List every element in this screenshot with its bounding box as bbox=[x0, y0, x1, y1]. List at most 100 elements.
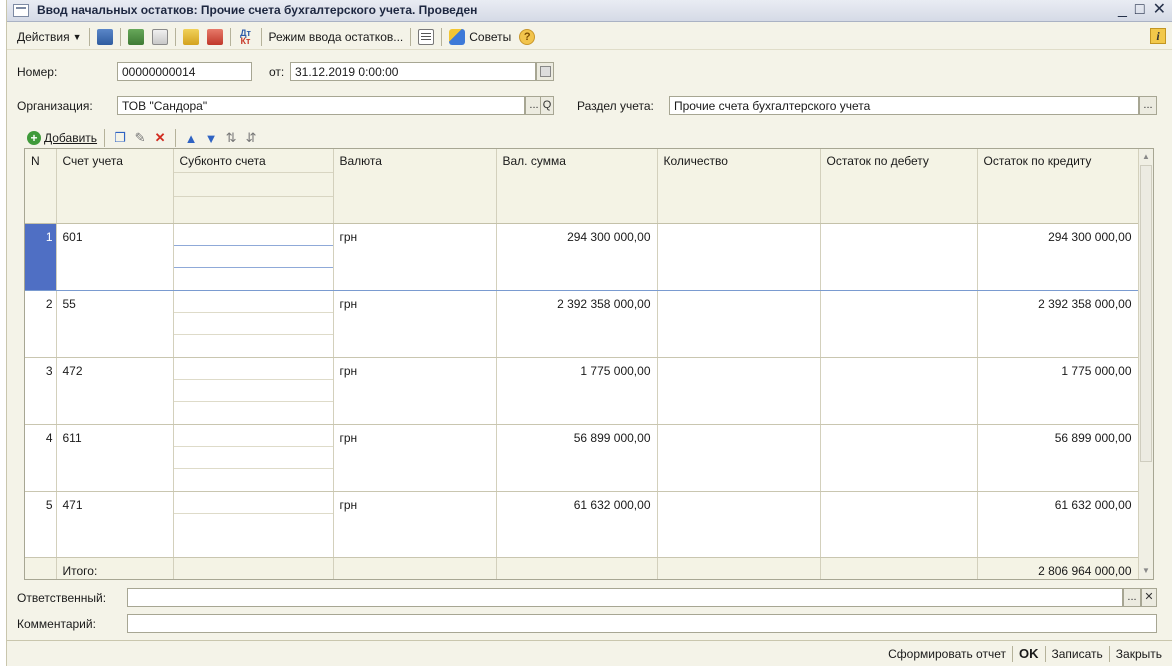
organization-field[interactable]: ТОВ "Сандора" bbox=[117, 96, 525, 115]
input-mode-button[interactable]: Режим ввода остатков... bbox=[265, 26, 408, 48]
list-view-button[interactable] bbox=[414, 26, 438, 48]
credit-cell[interactable]: 294 300 000,00 bbox=[977, 223, 1139, 291]
account-cell[interactable]: 472 bbox=[56, 357, 174, 425]
quantity-cell[interactable] bbox=[657, 491, 821, 558]
account-cell[interactable]: 471 bbox=[56, 491, 174, 558]
column-header-debit[interactable]: Остаток по дебету bbox=[820, 149, 978, 224]
subconto-subrow[interactable] bbox=[173, 224, 333, 246]
edit-row-icon[interactable]: ✎ bbox=[132, 130, 148, 146]
column-header-quantity[interactable]: Количество bbox=[657, 149, 821, 224]
subconto-cell[interactable] bbox=[173, 223, 334, 291]
debit-cell[interactable] bbox=[820, 357, 978, 425]
quantity-cell[interactable] bbox=[657, 357, 821, 425]
cur-sum-cell[interactable]: 1 775 000,00 bbox=[496, 357, 658, 425]
scroll-down-icon[interactable]: ▼ bbox=[1139, 563, 1153, 579]
subconto-subrow[interactable] bbox=[174, 402, 333, 424]
cur-sum-cell[interactable]: 2 392 358 000,00 bbox=[496, 290, 658, 358]
copy-button[interactable] bbox=[148, 26, 172, 48]
unpost-button[interactable] bbox=[203, 26, 227, 48]
column-header-credit[interactable]: Остаток по кредиту bbox=[977, 149, 1139, 224]
column-header-subconto[interactable]: Субконто счета bbox=[173, 149, 334, 224]
vertical-scrollbar[interactable]: ▲ ▼ bbox=[1138, 149, 1153, 579]
tips-button[interactable]: Советы bbox=[445, 26, 515, 48]
number-field[interactable]: 00000000014 bbox=[117, 62, 252, 81]
table-row[interactable]: 1 601 грн 294 300 000,00 294 300 000,00 bbox=[25, 223, 1139, 291]
credit-cell[interactable]: 1 775 000,00 bbox=[977, 357, 1139, 425]
subconto-cell[interactable] bbox=[173, 357, 334, 425]
responsible-field[interactable] bbox=[127, 588, 1123, 607]
move-down-icon[interactable]: ▼ bbox=[203, 131, 219, 146]
responsible-select-button[interactable]: ... bbox=[1123, 588, 1141, 607]
subconto-subrow[interactable] bbox=[173, 492, 333, 514]
column-header-cur-sum[interactable]: Вал. сумма bbox=[496, 149, 658, 224]
delete-row-icon[interactable]: ✕ bbox=[152, 130, 168, 146]
generate-report-button[interactable]: Сформировать отчет bbox=[882, 647, 1012, 661]
row-number-cell[interactable]: 1 bbox=[25, 223, 57, 291]
close-form-button[interactable]: Закрыть bbox=[1110, 647, 1168, 661]
copy-row-icon[interactable]: ❐ bbox=[112, 130, 128, 146]
actions-menu[interactable]: Действия ▼ bbox=[13, 26, 86, 48]
subconto-cell[interactable] bbox=[173, 491, 334, 558]
column-header-currency[interactable]: Валюта bbox=[333, 149, 497, 224]
sort-descending-icon[interactable]: ⇵ bbox=[243, 130, 259, 146]
subconto-subrow[interactable] bbox=[173, 246, 333, 268]
currency-cell[interactable]: грн bbox=[333, 424, 497, 492]
currency-cell[interactable]: грн bbox=[333, 491, 497, 558]
section-select-button[interactable]: ... bbox=[1139, 96, 1157, 115]
column-header-n[interactable]: N bbox=[25, 149, 57, 224]
post-and-close-button[interactable] bbox=[93, 26, 117, 48]
row-number-cell[interactable]: 2 bbox=[25, 290, 57, 358]
subconto-subrow[interactable] bbox=[173, 425, 333, 447]
move-up-icon[interactable]: ▲ bbox=[183, 131, 199, 146]
subconto-subrow[interactable] bbox=[173, 447, 333, 469]
scrollbar-thumb[interactable] bbox=[1140, 165, 1152, 462]
row-number-cell[interactable]: 4 bbox=[25, 424, 57, 492]
scroll-up-icon[interactable]: ▲ bbox=[1139, 149, 1153, 165]
credit-cell[interactable]: 56 899 000,00 bbox=[977, 424, 1139, 492]
debit-cell[interactable] bbox=[820, 424, 978, 492]
row-number-cell[interactable]: 3 bbox=[25, 357, 57, 425]
date-field[interactable]: 31.12.2019 0:00:00 bbox=[290, 62, 536, 81]
subconto-subrow[interactable] bbox=[173, 291, 333, 313]
sort-ascending-icon[interactable]: ⇅ bbox=[223, 130, 239, 146]
cur-sum-cell[interactable]: 61 632 000,00 bbox=[496, 491, 658, 558]
account-cell[interactable]: 611 bbox=[56, 424, 174, 492]
refresh-button[interactable] bbox=[124, 26, 148, 48]
subconto-subrow[interactable] bbox=[173, 358, 333, 380]
account-cell[interactable]: 55 bbox=[56, 290, 174, 358]
currency-cell[interactable]: грн bbox=[333, 223, 497, 291]
subconto-subrow[interactable] bbox=[174, 514, 333, 536]
help-button[interactable]: ? bbox=[515, 26, 539, 48]
table-row[interactable]: 2 55 грн 2 392 358 000,00 2 392 358 000,… bbox=[25, 290, 1139, 358]
quantity-cell[interactable] bbox=[657, 424, 821, 492]
responsible-clear-button[interactable]: ✕ bbox=[1141, 588, 1157, 607]
column-header-account[interactable]: Счет учета bbox=[56, 149, 174, 224]
subconto-subrow[interactable] bbox=[174, 268, 333, 290]
save-button[interactable]: Записать bbox=[1046, 647, 1109, 661]
calendar-button[interactable] bbox=[536, 62, 554, 81]
comment-field[interactable] bbox=[127, 614, 1157, 633]
maximize-button[interactable]: □ bbox=[1135, 1, 1145, 19]
subconto-subrow[interactable] bbox=[173, 380, 333, 402]
cur-sum-cell[interactable]: 294 300 000,00 bbox=[496, 223, 658, 291]
credit-cell[interactable]: 2 392 358 000,00 bbox=[977, 290, 1139, 358]
subconto-subrow[interactable] bbox=[174, 469, 333, 491]
currency-cell[interactable]: грн bbox=[333, 290, 497, 358]
minimize-button[interactable]: _ bbox=[1118, 1, 1127, 19]
table-row[interactable]: 3 472 грн 1 775 000,00 1 775 000,00 bbox=[25, 357, 1139, 425]
subconto-cell[interactable] bbox=[173, 424, 334, 492]
close-button[interactable]: ✕ bbox=[1153, 1, 1166, 19]
subconto-subrow[interactable] bbox=[173, 313, 333, 335]
info-icon[interactable]: i bbox=[1150, 28, 1166, 44]
post-button[interactable] bbox=[179, 26, 203, 48]
organization-search-button[interactable]: Q bbox=[540, 96, 554, 115]
debit-cell[interactable] bbox=[820, 491, 978, 558]
credit-cell[interactable]: 61 632 000,00 bbox=[977, 491, 1139, 558]
cur-sum-cell[interactable]: 56 899 000,00 bbox=[496, 424, 658, 492]
quantity-cell[interactable] bbox=[657, 223, 821, 291]
table-row[interactable]: 5 471 грн 61 632 000,00 61 632 000,00 bbox=[25, 491, 1139, 558]
add-row-button[interactable]: + Добавить bbox=[27, 131, 97, 145]
debit-cell[interactable] bbox=[820, 223, 978, 291]
table-row[interactable]: 4 611 грн 56 899 000,00 56 899 000,00 bbox=[25, 424, 1139, 492]
account-cell[interactable]: 601 bbox=[56, 223, 174, 291]
